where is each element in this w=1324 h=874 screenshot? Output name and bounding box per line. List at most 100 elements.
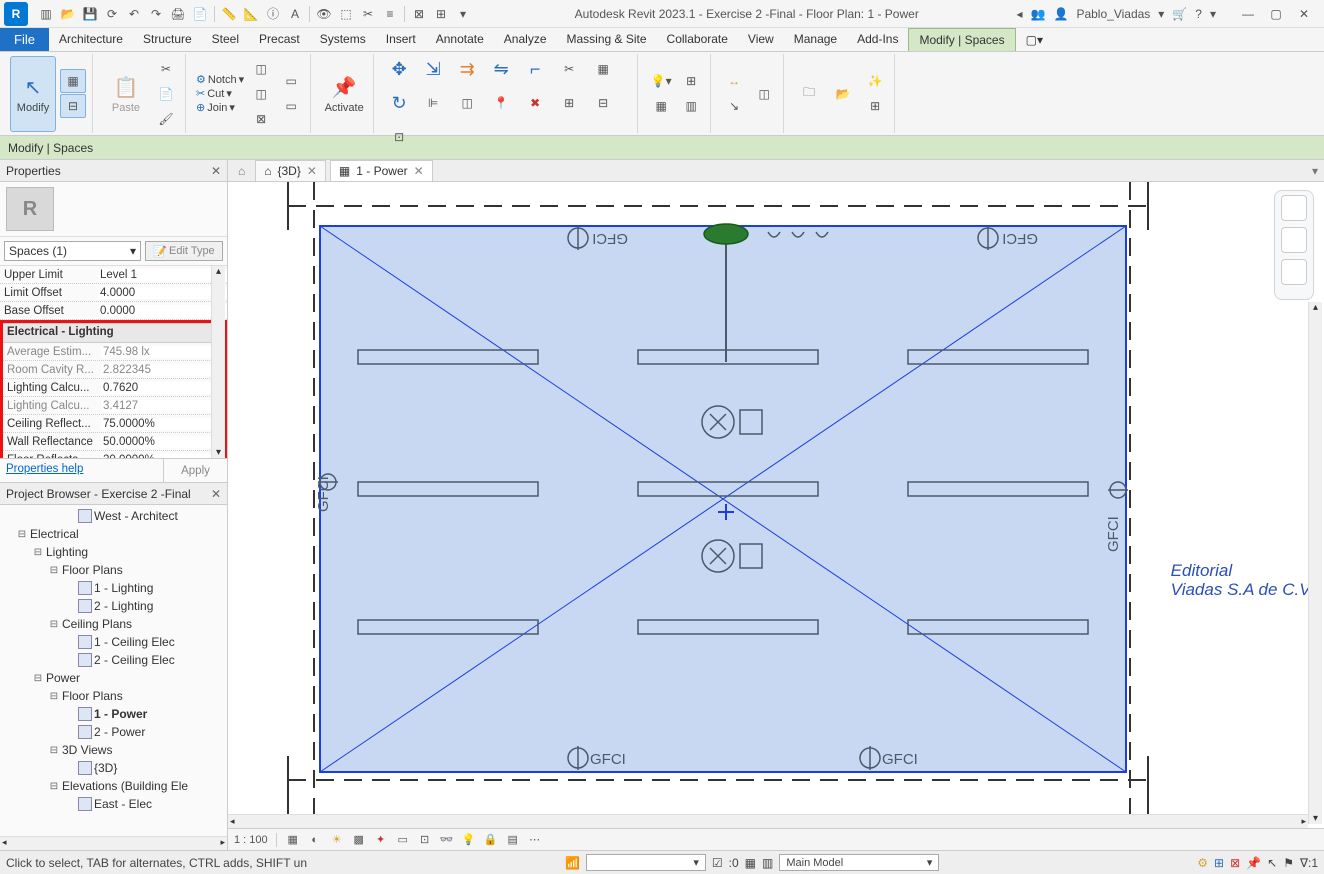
cart-icon[interactable]: 🛒 <box>1172 7 1187 21</box>
sb-icon-6[interactable]: ⚑ <box>1283 856 1294 870</box>
ribbon-tab-modify-spaces[interactable]: Modify | Spaces <box>908 28 1015 51</box>
tree-node[interactable]: {3D} <box>2 759 227 777</box>
minimize-button[interactable]: — <box>1236 4 1260 24</box>
qat-tag-icon[interactable]: ⓘ <box>263 4 283 24</box>
property-row[interactable]: Average Estim...745.98 lx <box>3 343 224 361</box>
ribbon-tab-analyze[interactable]: Analyze <box>494 28 557 51</box>
property-row[interactable]: Ceiling Reflect...75.0000% <box>3 415 224 433</box>
copy-clip-icon[interactable]: 📄 <box>153 82 179 106</box>
ribbon-tab-annotate[interactable]: Annotate <box>426 28 494 51</box>
worksets-icon[interactable]: ▤ <box>505 832 521 848</box>
maximize-button[interactable]: ▢ <box>1264 4 1288 24</box>
tree-node[interactable]: 2 - Lighting <box>2 597 227 615</box>
qat-thin-icon[interactable]: ≡ <box>380 4 400 24</box>
tree-node[interactable]: ⊟Floor Plans <box>2 561 227 579</box>
tree-twisty-icon[interactable]: ⊟ <box>16 529 28 540</box>
status-progress-icon[interactable]: 📶 <box>565 856 580 870</box>
align-icon[interactable]: ⊫ <box>418 88 448 118</box>
canvas-vscroll-up-icon[interactable]: ▴ <box>1313 302 1318 313</box>
user-caret-icon[interactable]: ▾ <box>1158 7 1164 21</box>
geom-5-icon[interactable]: ▭ <box>278 94 304 118</box>
tree-node[interactable]: 1 - Ceiling Elec <box>2 633 227 651</box>
property-row[interactable]: Limit Offset4.0000 <box>0 284 227 302</box>
design-options-selector[interactable]: ▾ <box>586 854 706 871</box>
view3-icon[interactable]: ▥ <box>678 94 704 118</box>
property-row[interactable]: Upper LimitLevel 1 <box>0 266 227 284</box>
scale-icon[interactable]: ◫ <box>452 88 482 118</box>
drawing-canvas[interactable]: GFCI GFCI GFCI GFCI GFCI GFCI Editorial <box>228 182 1324 850</box>
tree-node[interactable]: ⊟Lighting <box>2 543 227 561</box>
canvas-hscroll-right-icon[interactable]: ▸ <box>1301 816 1306 827</box>
sel-count-icon[interactable]: ☑ <box>712 856 723 870</box>
ribbon-tab-insert[interactable]: Insert <box>376 28 426 51</box>
share-icon[interactable]: 👥 <box>1031 7 1046 21</box>
array-icon[interactable]: ▦ <box>588 54 618 84</box>
tree-node[interactable]: 1 - Power <box>2 705 227 723</box>
tree-twisty-icon[interactable]: ⊟ <box>32 547 44 558</box>
apply-button[interactable]: Apply <box>163 459 227 482</box>
help-icon[interactable]: ? <box>1195 7 1202 21</box>
hscroll-left-icon[interactable]: ◂ <box>2 837 7 850</box>
view-tab[interactable]: ▦1 - Power✕ <box>330 160 433 181</box>
sb-icon-5[interactable]: ↖ <box>1267 856 1277 870</box>
edit-type-button[interactable]: 📝Edit Type <box>145 241 223 261</box>
view2-icon[interactable]: ⊞ <box>678 69 704 93</box>
activate-button[interactable]: 📌 Activate <box>321 56 367 132</box>
properties-help-link[interactable]: Properties help <box>0 459 163 482</box>
ribbon-tab-systems[interactable]: Systems <box>310 28 376 51</box>
mod2-icon[interactable]: ⊟ <box>588 88 618 118</box>
file-tab[interactable]: File <box>0 28 49 51</box>
join-button[interactable]: ⊕ Join ▾ <box>196 101 244 114</box>
render-icon[interactable]: ✦ <box>373 832 389 848</box>
tree-node[interactable]: ⊟Power <box>2 669 227 687</box>
tree-twisty-icon[interactable]: ⊟ <box>48 565 60 576</box>
ribbon-tab-manage[interactable]: Manage <box>784 28 847 51</box>
ribbon-tab-steel[interactable]: Steel <box>202 28 249 51</box>
property-row[interactable]: Lighting Calcu...0.7620 <box>3 379 224 397</box>
geom-2-icon[interactable]: ◫ <box>248 82 274 106</box>
workset2-icon[interactable]: ▥ <box>762 856 773 870</box>
qat-redo-icon[interactable]: ↷ <box>146 4 166 24</box>
view-tab[interactable]: ⌂{3D}✕ <box>255 160 326 181</box>
qat-3d-icon[interactable]: ⬚ <box>336 4 356 24</box>
tree-node[interactable]: West - Architect <box>2 507 227 525</box>
sb-icon-3[interactable]: ⊠ <box>1230 856 1240 870</box>
property-row[interactable]: Room Cavity R...2.822345 <box>3 361 224 379</box>
view1-icon[interactable]: ▦ <box>648 94 674 118</box>
browser-close-icon[interactable]: ✕ <box>211 487 221 501</box>
property-row[interactable]: Floor Reflecta...20.0000% <box>3 451 224 458</box>
geom-3-icon[interactable]: ⊠ <box>248 107 274 131</box>
cut-button[interactable]: ✂ Cut ▾ <box>196 87 244 100</box>
create1-icon[interactable]: 🗀 <box>794 79 824 109</box>
scroll-down-icon[interactable]: ▾ <box>216 447 221 458</box>
view-scale[interactable]: 1 : 100 <box>234 834 268 846</box>
qat-print-icon[interactable]: 🖨 <box>168 4 188 24</box>
tree-node[interactable]: 2 - Power <box>2 723 227 741</box>
property-row[interactable]: Wall Reflectance50.0000% <box>3 433 224 451</box>
tree-twisty-icon[interactable]: ⊟ <box>48 781 60 792</box>
qat-section-icon[interactable]: ✂ <box>358 4 378 24</box>
tree-node[interactable]: ⊟3D Views <box>2 741 227 759</box>
qat-pdf-icon[interactable]: 📄 <box>190 4 210 24</box>
user-name[interactable]: Pablo_Viadas <box>1076 7 1150 21</box>
close-button[interactable]: ✕ <box>1292 4 1316 24</box>
constraints-icon[interactable]: 🔒 <box>483 832 499 848</box>
trim-icon[interactable]: ⌐ <box>520 54 550 84</box>
tree-node[interactable]: ⊟Elevations (Building Ele <box>2 777 227 795</box>
modify-button[interactable]: ↖ Modify <box>10 56 56 132</box>
tree-node[interactable]: East - Elec <box>2 795 227 813</box>
reveal-icon[interactable]: 💡 <box>461 832 477 848</box>
help-caret-icon[interactable]: ▾ <box>1210 7 1216 21</box>
qat-open-folder-icon[interactable]: 📂 <box>58 4 78 24</box>
qat-sync-icon[interactable]: ⟳ <box>102 4 122 24</box>
view-tab-close-icon[interactable]: ✕ <box>307 164 317 178</box>
ribbon-tab-architecture[interactable]: Architecture <box>49 28 133 51</box>
visual-style-icon[interactable]: ◐ <box>307 832 323 848</box>
cut-clip-icon[interactable]: ✂ <box>153 57 179 81</box>
select-link-icon[interactable]: ▦ <box>60 69 86 93</box>
split-icon[interactable]: ✂ <box>554 54 584 84</box>
qat-measure-icon[interactable]: 📏 <box>219 4 239 24</box>
viewcube-icon[interactable] <box>1281 195 1307 221</box>
model-selector[interactable]: Main Model▾ <box>779 854 939 871</box>
vc-more-icon[interactable]: ⋯ <box>527 832 543 848</box>
